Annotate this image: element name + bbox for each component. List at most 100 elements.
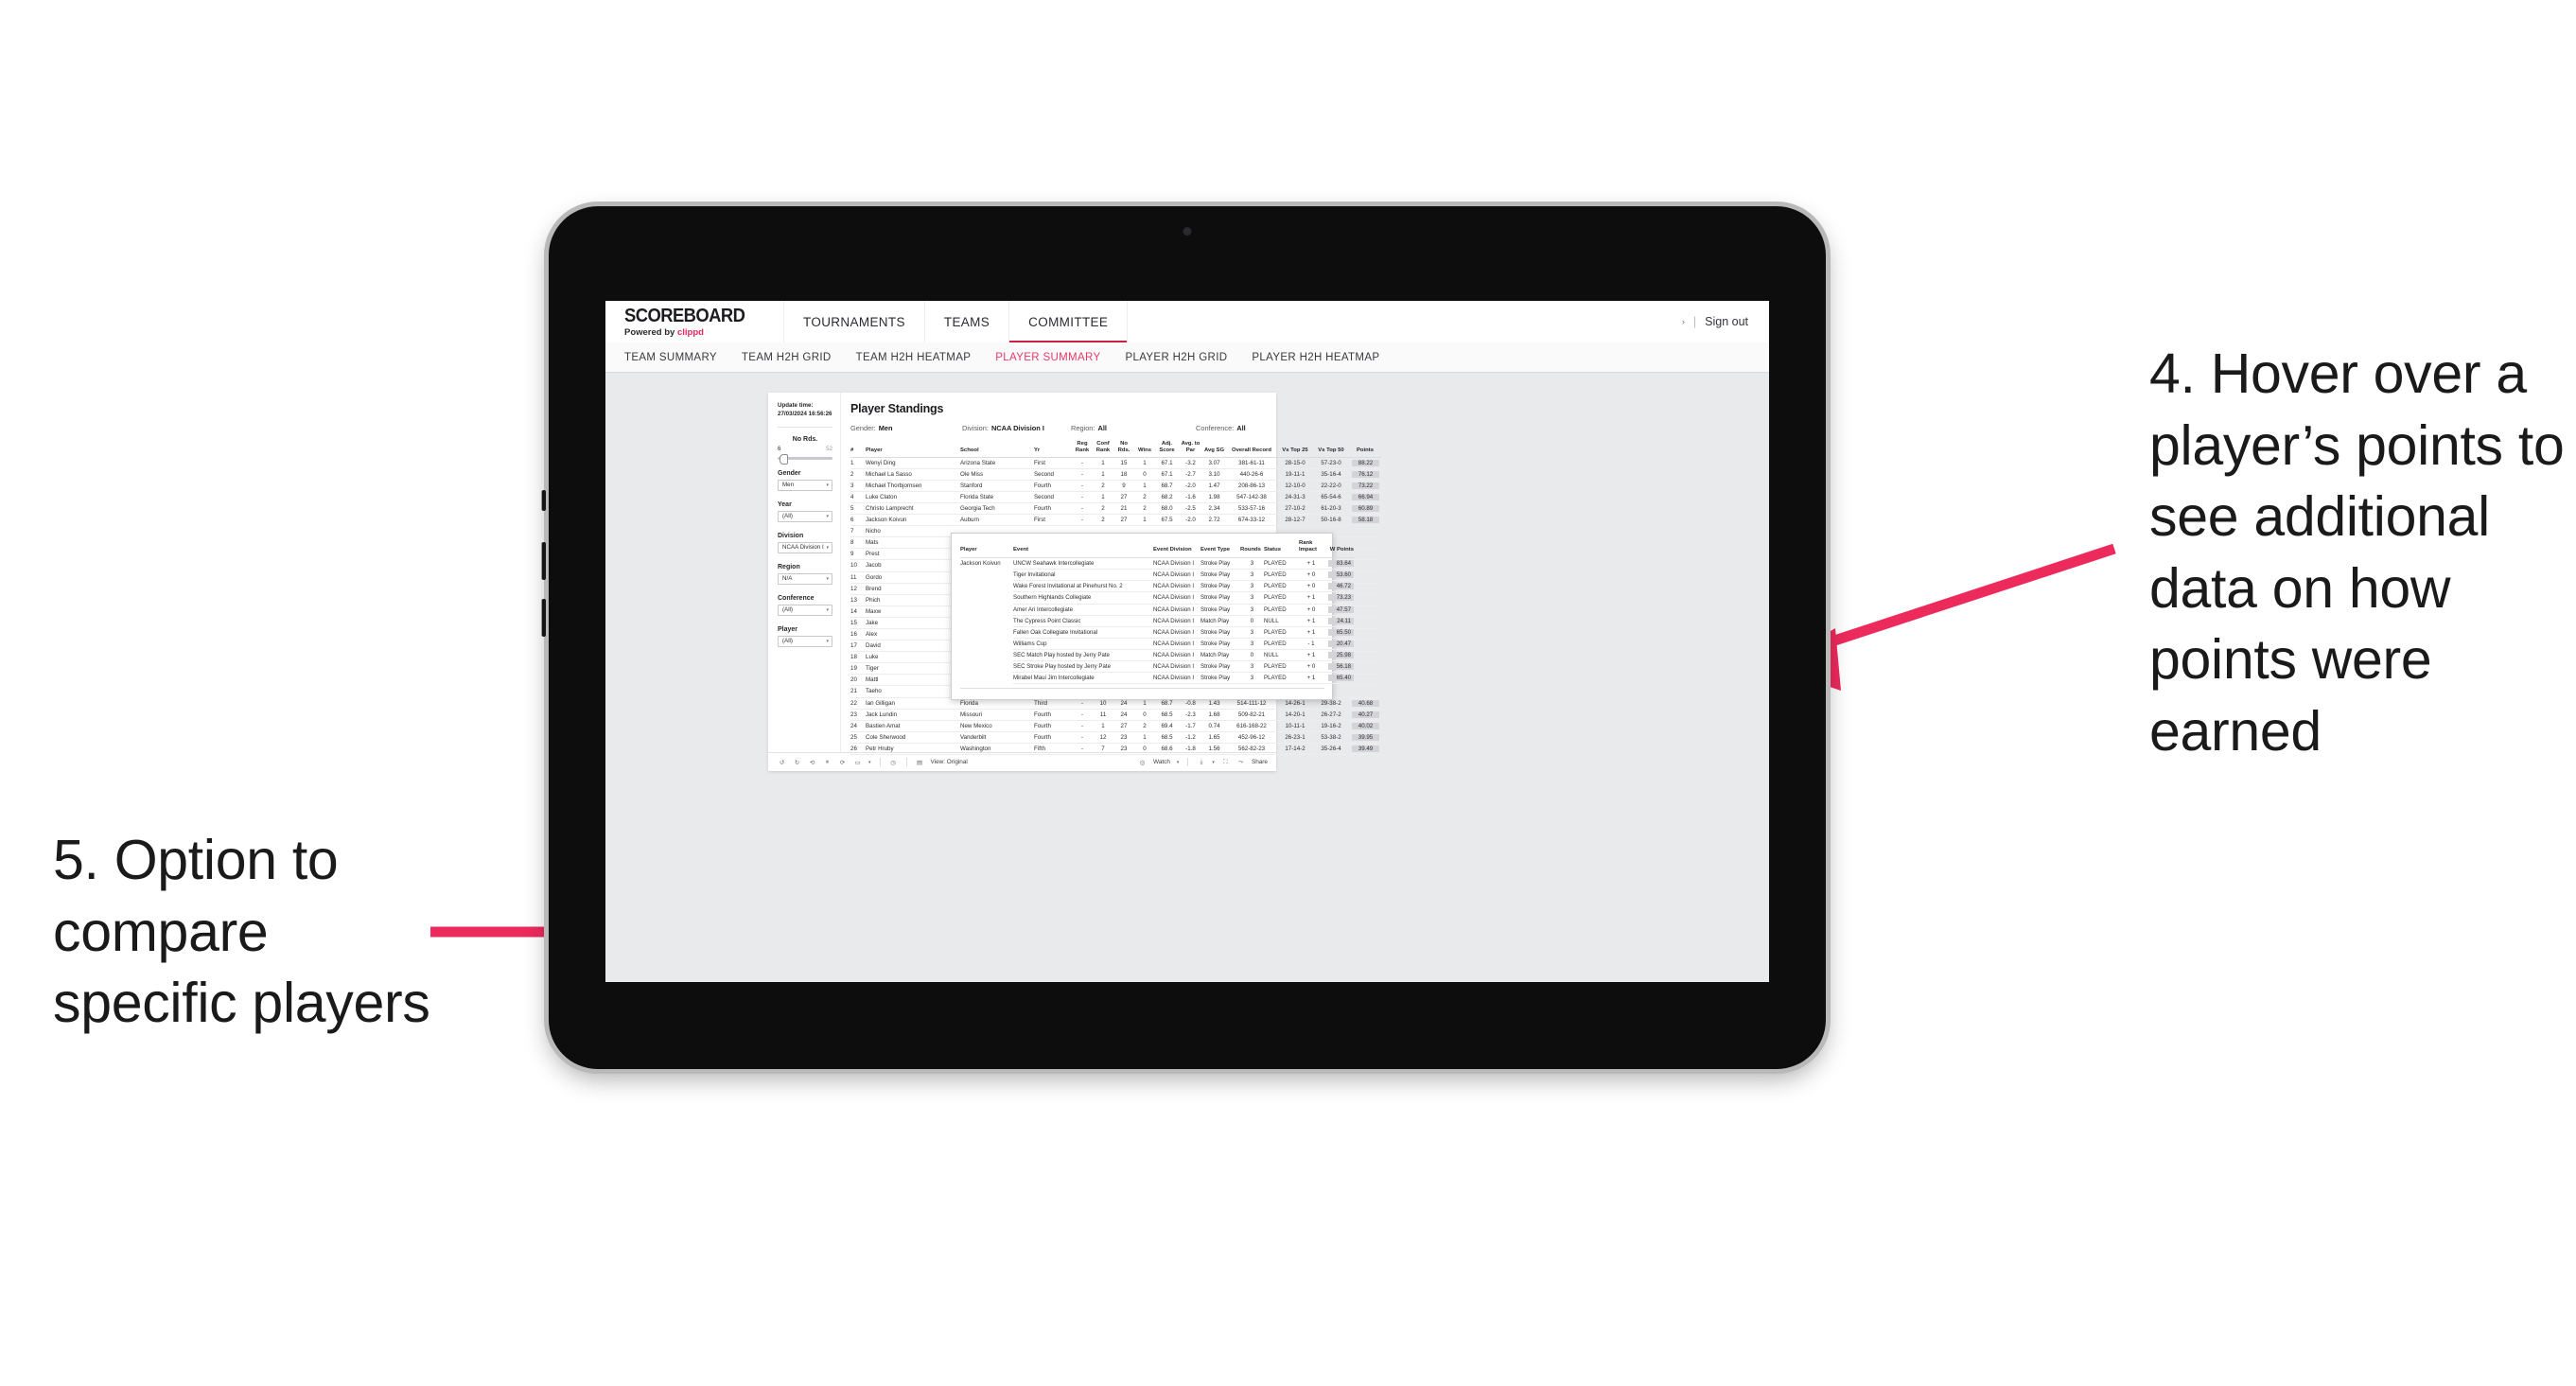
cell-t25: 24-31-3 bbox=[1277, 491, 1313, 503]
col-player[interactable]: Player bbox=[866, 441, 960, 458]
chevron-down-icon[interactable]: ▾ bbox=[1177, 760, 1180, 765]
cell-points[interactable] bbox=[1349, 685, 1381, 698]
nav-item-committee[interactable]: COMMITTEE bbox=[1009, 301, 1129, 343]
cell-points[interactable] bbox=[1349, 594, 1381, 606]
tab-player-h2h-heatmap[interactable]: PLAYER H2H HEATMAP bbox=[1252, 352, 1404, 363]
tab-player-summary[interactable]: PLAYER SUMMARY bbox=[995, 352, 1125, 363]
cell-points[interactable] bbox=[1349, 548, 1381, 561]
cell-points[interactable] bbox=[1349, 628, 1381, 641]
cell-points[interactable] bbox=[1349, 662, 1381, 675]
cell-points[interactable]: 66.94 bbox=[1349, 491, 1381, 503]
meta-conference-value: All bbox=[1236, 424, 1246, 432]
nav-item-teams[interactable]: TEAMS bbox=[925, 301, 1010, 342]
cell-points[interactable] bbox=[1349, 640, 1381, 653]
pause-refresh-icon[interactable]: ⏸ bbox=[823, 758, 832, 766]
filter-division-select[interactable]: NCAA Division I ▾ bbox=[778, 541, 832, 553]
cell-points[interactable]: 60.89 bbox=[1349, 502, 1381, 516]
share-icon[interactable]: ⤳ bbox=[1236, 758, 1245, 766]
tab-team-h2h-grid[interactable]: TEAM H2H GRID bbox=[742, 352, 856, 363]
cell-conf: 1 bbox=[1093, 468, 1113, 481]
col-overall-record[interactable]: Overall Record bbox=[1226, 441, 1277, 458]
share-label[interactable]: Share bbox=[1252, 759, 1268, 765]
filter-conference-select[interactable]: (All) ▾ bbox=[778, 604, 832, 616]
watch-label[interactable]: Watch bbox=[1153, 759, 1170, 765]
cell-points[interactable]: 76.12 bbox=[1349, 468, 1381, 481]
slider-handle[interactable] bbox=[780, 453, 788, 465]
watch-icon[interactable]: ◎ bbox=[1138, 758, 1147, 766]
tooltip-cell-player: Jackson Koivun bbox=[960, 560, 1001, 568]
cell-points[interactable] bbox=[1349, 605, 1381, 618]
signout-link[interactable]: Sign out bbox=[1705, 315, 1748, 328]
tooltip-cell-status: PLAYED bbox=[1264, 660, 1299, 674]
cell-rec: 562-82-23 bbox=[1226, 743, 1277, 756]
col-school[interactable]: School bbox=[960, 441, 1034, 458]
fullscreen-icon[interactable]: ⛶ bbox=[1221, 758, 1230, 766]
tooltip-cell-event: Wake Forest Invitational at Pinehurst No… bbox=[1013, 580, 1153, 593]
col-reg-rank[interactable]: Reg Rank bbox=[1072, 441, 1093, 458]
table-row[interactable]: 3 Michael Thorbjornsen Stanford Fourth -2 9 1 6… bbox=[850, 480, 1381, 492]
tooltip-cell-type: Stroke Play bbox=[1200, 672, 1240, 685]
custom-view-icon[interactable]: ▭ bbox=[853, 758, 862, 766]
alerts-clock-icon[interactable]: ◷ bbox=[889, 758, 898, 766]
slider-track[interactable] bbox=[778, 453, 832, 465]
col-vs-top-50[interactable]: Vs Top 50 bbox=[1313, 441, 1349, 458]
table-row[interactable]: 24 Bastien Amat New Mexico Fourth -1 27 2 69.4-… bbox=[850, 720, 1381, 732]
table-row[interactable]: 1 Wenyi Ding Arizona State First -1 15 1 67.1 -3… bbox=[850, 457, 1381, 469]
filter-region-select[interactable]: N/A ▾ bbox=[778, 572, 832, 585]
cell-points[interactable]: 40.02 bbox=[1349, 720, 1381, 732]
download-icon[interactable]: ⤓ bbox=[1197, 758, 1205, 766]
col-no-rds[interactable]: No Rds. bbox=[1113, 441, 1134, 458]
view-original-label[interactable]: View: Original bbox=[931, 759, 968, 765]
table-row[interactable]: 23 Jack Lundin Missouri Fourth -11 24 0 68.5 -2.… bbox=[850, 709, 1381, 721]
tab-team-h2h-heatmap[interactable]: TEAM H2H HEATMAP bbox=[856, 352, 996, 363]
cell-points[interactable] bbox=[1349, 559, 1381, 572]
tab-player-h2h-grid[interactable]: PLAYER H2H GRID bbox=[1125, 352, 1252, 363]
col-avg-to-par[interactable]: Avg. to Par bbox=[1179, 441, 1202, 458]
filter-player-select[interactable]: (All) ▾ bbox=[778, 635, 832, 647]
chevron-down-icon[interactable]: ▾ bbox=[868, 760, 871, 765]
undo-icon[interactable]: ↺ bbox=[778, 758, 786, 766]
cell-points[interactable]: 40.68 bbox=[1349, 697, 1381, 710]
cell-points[interactable] bbox=[1349, 571, 1381, 584]
table-row[interactable]: 4 Luke Claton Florida State Second -1 27 2 68.2… bbox=[850, 491, 1381, 503]
cell-points[interactable] bbox=[1349, 583, 1381, 595]
table-row[interactable]: 2 Michael La Sasso Ole Miss Second -1 18 0 67.1… bbox=[850, 468, 1381, 481]
col-vs-top-25[interactable]: Vs Top 25 bbox=[1277, 441, 1313, 458]
table-row[interactable]: 26 Petr Hruby Washington Fifth -7 23 0 68.6 -1.8… bbox=[850, 743, 1381, 756]
col-year[interactable]: Yr bbox=[1034, 441, 1072, 458]
cell-player: Jack Lundin bbox=[866, 709, 960, 721]
cell-par: -2.7 bbox=[1179, 468, 1202, 481]
chevron-down-icon[interactable]: ▾ bbox=[1212, 760, 1215, 765]
cell-points[interactable] bbox=[1349, 617, 1381, 629]
filter-year-value: (All) bbox=[782, 513, 793, 520]
table-row[interactable]: 5 Christo Lamprecht Georgia Tech Fourth -2 21… bbox=[850, 502, 1381, 516]
cell-points[interactable]: 40.27 bbox=[1349, 709, 1381, 721]
cell-points[interactable]: 88.22 bbox=[1349, 457, 1381, 469]
col-rank[interactable]: # bbox=[850, 441, 866, 458]
col-conf-rank[interactable]: Conf Rank bbox=[1093, 441, 1113, 458]
cell-points[interactable]: 58.18 bbox=[1349, 514, 1381, 527]
filter-year-select[interactable]: (All) ▾ bbox=[778, 510, 832, 522]
col-wins[interactable]: Wins bbox=[1134, 441, 1155, 458]
cell-points[interactable] bbox=[1349, 651, 1381, 664]
col-points[interactable]: Points bbox=[1349, 441, 1381, 458]
redo-icon[interactable]: ↻ bbox=[793, 758, 801, 766]
tab-team-summary[interactable]: TEAM SUMMARY bbox=[624, 352, 742, 363]
cell-points[interactable] bbox=[1349, 536, 1381, 550]
refresh-data-icon[interactable]: ⟳ bbox=[838, 758, 847, 766]
no-rounds-slider[interactable]: No Rds. 6 52 bbox=[778, 436, 832, 465]
filter-division: Division NCAA Division I ▾ bbox=[778, 533, 832, 553]
cell-points[interactable]: 73.22 bbox=[1349, 480, 1381, 492]
cell-points[interactable] bbox=[1349, 525, 1381, 538]
cell-points[interactable]: 39.49 bbox=[1349, 743, 1381, 756]
table-row[interactable]: 25 Cole Sherwood Vanderbilt Fourth -12 23 1 68.… bbox=[850, 731, 1381, 744]
view-original-icon[interactable]: ▤ bbox=[916, 758, 924, 766]
filter-gender-select[interactable]: Men ▾ bbox=[778, 479, 832, 491]
col-avg-sg[interactable]: Avg SG bbox=[1202, 441, 1226, 458]
nav-item-tournaments[interactable]: TOURNAMENTS bbox=[784, 301, 925, 342]
table-row[interactable]: 6 Jackson Koivun Auburn First -2 27 1 67.5 -2.0 2… bbox=[850, 514, 1381, 527]
cell-points[interactable]: 39.95 bbox=[1349, 731, 1381, 744]
col-adj-score[interactable]: Adj. Score bbox=[1155, 441, 1179, 458]
revert-icon[interactable]: ⟲ bbox=[808, 758, 816, 766]
cell-points[interactable] bbox=[1349, 674, 1381, 687]
